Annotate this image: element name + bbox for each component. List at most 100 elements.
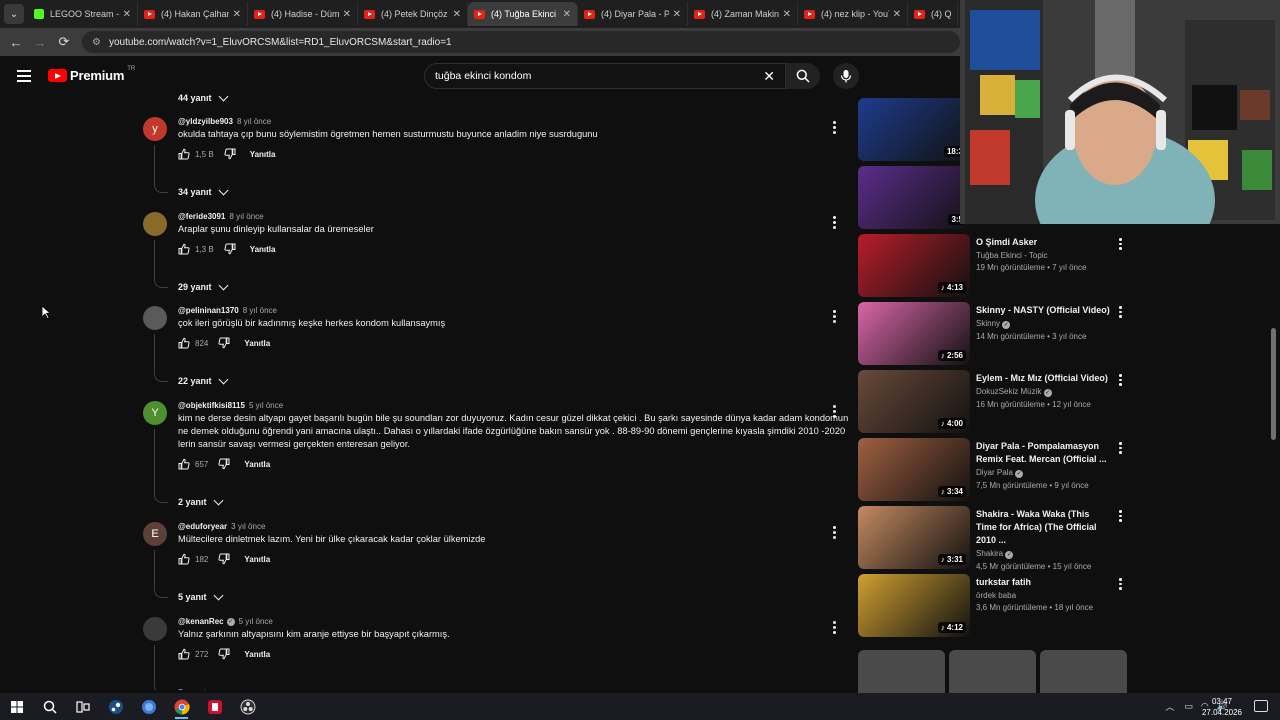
browser-tab[interactable]: (4) Que (908, 2, 958, 26)
video-thumbnail[interactable]: ♪ 4:12 (858, 574, 970, 637)
video-title[interactable]: Diyar Pala - Pompalamasyon Remix Feat. M… (976, 440, 1112, 466)
taskbar-search-button[interactable] (33, 693, 66, 720)
taskbar-chrome[interactable] (165, 693, 198, 720)
replies-toggle[interactable]: 44 yanıt (178, 91, 228, 103)
url-field[interactable]: ⚙ youtube.com/watch?v=1_EluvORCSM&list=R… (82, 31, 960, 53)
dislike-icon[interactable] (218, 648, 230, 660)
reply-button[interactable]: Yanıtla (244, 555, 270, 564)
browser-tab[interactable]: LEGOO Stream - ✕ (28, 2, 138, 26)
taskbar-clock[interactable]: 03:47 27.04.2026 (1202, 696, 1242, 718)
video-thumbnail[interactable]: ♪ 3:31 (858, 506, 970, 569)
comment-more-icon[interactable] (833, 526, 837, 541)
avatar[interactable] (143, 306, 167, 330)
comment-time[interactable]: 3 yıl önce (231, 522, 265, 531)
video-thumbnail[interactable]: ♪ 4:13 (858, 234, 970, 297)
browser-tab[interactable]: (4) Tuğba Ekinci - ✕ (468, 2, 578, 26)
video-thumbnail[interactable]: ♪ 3:34 (858, 438, 970, 501)
video-title[interactable]: Shakira - Waka Waka (This Time for Afric… (976, 508, 1112, 547)
related-video[interactable]: ♪ 4:13 O Şimdi Asker Tuğba Ekinci - Topic 1… (858, 234, 1128, 298)
video-more-icon[interactable] (1119, 306, 1122, 320)
reply-button[interactable]: Yanıtla (250, 150, 276, 159)
reply-button[interactable]: Yanıtla (244, 650, 270, 659)
site-info-icon[interactable]: ⚙ (92, 37, 101, 48)
comment-more-icon[interactable] (833, 621, 837, 636)
comment-author[interactable]: @feride3091 (178, 212, 225, 221)
taskbar-record-app[interactable] (198, 693, 231, 720)
browser-tab[interactable]: (4) Zaman Makine ✕ (688, 2, 798, 26)
close-tab-icon[interactable]: ✕ (343, 9, 351, 20)
browser-tab[interactable]: (4) Petek Dinçöz - ✕ (358, 2, 468, 26)
comment-author[interactable]: @objektifkisi8115 (178, 401, 245, 410)
related-video[interactable]: ♪ 4:00 Eylem - Mız Mız (Official Video) Do… (858, 370, 1128, 434)
video-more-icon[interactable] (1119, 578, 1122, 592)
like-icon[interactable] (178, 337, 190, 349)
video-title[interactable]: Eylem - Mız Mız (Official Video) (976, 372, 1112, 385)
search-button[interactable] (786, 63, 820, 89)
back-button[interactable]: ← (4, 35, 28, 50)
replies-toggle[interactable]: 2 yanıt (178, 495, 223, 507)
browser-tab[interactable]: (4) nez klip - YouT ✕ (798, 2, 908, 26)
avatar[interactable]: y (143, 117, 167, 141)
comment-author[interactable]: @pelininan1370 (178, 306, 239, 315)
close-tab-icon[interactable]: ✕ (233, 9, 241, 20)
comment-time[interactable]: 8 yıl önce (237, 117, 271, 126)
video-thumbnail[interactable]: 18:3 (858, 98, 970, 161)
video-title[interactable]: turkstar fatih (976, 576, 1112, 589)
comment-time[interactable]: 8 yıl önce (243, 306, 277, 315)
video-channel[interactable]: Shakira ✓ (976, 549, 1112, 559)
close-tab-icon[interactable]: ✕ (453, 9, 461, 20)
comment-time[interactable]: 5 yıl önce (239, 617, 273, 626)
avatar[interactable] (143, 212, 167, 236)
youtube-logo[interactable]: Premium TR (48, 66, 135, 83)
video-thumbnail[interactable]: ♪ 2:56 (858, 302, 970, 365)
related-video[interactable]: ♪ 3:31 Shakira - Waka Waka (This Time for… (858, 506, 1128, 571)
comment-more-icon[interactable] (833, 310, 837, 325)
comment-more-icon[interactable] (833, 121, 837, 136)
video-more-icon[interactable] (1119, 510, 1122, 524)
close-tab-icon[interactable]: ✕ (563, 9, 571, 20)
avatar[interactable]: Y (143, 401, 167, 425)
dislike-icon[interactable] (218, 458, 230, 470)
notification-icon[interactable] (1254, 700, 1268, 712)
video-more-icon[interactable] (1119, 442, 1122, 456)
short-thumbnail[interactable] (1040, 650, 1127, 693)
related-video[interactable]: ♪ 4:12 turkstar fatih ördek baba 3,6 Mn gör… (858, 574, 1128, 638)
video-more-icon[interactable] (1119, 238, 1122, 252)
close-tab-icon[interactable]: ✕ (893, 9, 901, 20)
dislike-icon[interactable] (224, 243, 236, 255)
taskbar-app[interactable] (132, 693, 165, 720)
dislike-icon[interactable] (218, 553, 230, 565)
video-channel[interactable]: Skinny ✓ (976, 319, 1112, 329)
browser-tab[interactable]: (4) Diyar Pala - Po ✕ (578, 2, 688, 26)
comment-author[interactable]: @yldzyilbe903 (178, 117, 233, 126)
video-thumbnail[interactable]: ♪ 4:00 (858, 370, 970, 433)
close-tab-icon[interactable]: ✕ (673, 9, 681, 20)
short-thumbnail[interactable] (858, 650, 945, 693)
video-title[interactable]: Skinny - NASTY (Official Video) (976, 304, 1112, 317)
like-icon[interactable] (178, 458, 190, 470)
comment-author[interactable]: @eduforyear (178, 522, 227, 531)
comment-more-icon[interactable] (833, 216, 837, 231)
clear-search-icon[interactable]: ✕ (763, 68, 775, 85)
video-channel[interactable]: Diyar Pala ✓ (976, 468, 1112, 478)
like-icon[interactable] (178, 553, 190, 565)
short-thumbnail[interactable] (949, 650, 1036, 693)
video-channel[interactable]: ördek baba (976, 591, 1112, 600)
replies-toggle[interactable]: 29 yanıt (178, 280, 228, 292)
like-icon[interactable] (178, 243, 190, 255)
dislike-icon[interactable] (218, 337, 230, 349)
task-view-button[interactable] (66, 693, 99, 720)
taskbar-steam[interactable] (99, 693, 132, 720)
video-channel[interactable]: Tuğba Ekinci - Topic (976, 251, 1112, 260)
network-icon[interactable]: ▭ (1184, 701, 1193, 712)
comment-time[interactable]: 5 yıl önce (249, 401, 283, 410)
browser-tab[interactable]: (4) Hakan Çalhan ✕ (138, 2, 248, 26)
replies-toggle[interactable]: 22 yanıt (178, 374, 228, 386)
avatar[interactable]: E (143, 522, 167, 546)
comment-time[interactable]: 8 yıl önce (229, 212, 263, 221)
taskbar-obs[interactable] (231, 693, 264, 720)
replies-toggle[interactable]: 5 yanıt (178, 590, 223, 602)
related-video[interactable]: ♪ 3:34 Diyar Pala - Pompalamasyon Remix F… (858, 438, 1128, 502)
like-icon[interactable] (178, 648, 190, 660)
comment-more-icon[interactable] (833, 405, 837, 420)
